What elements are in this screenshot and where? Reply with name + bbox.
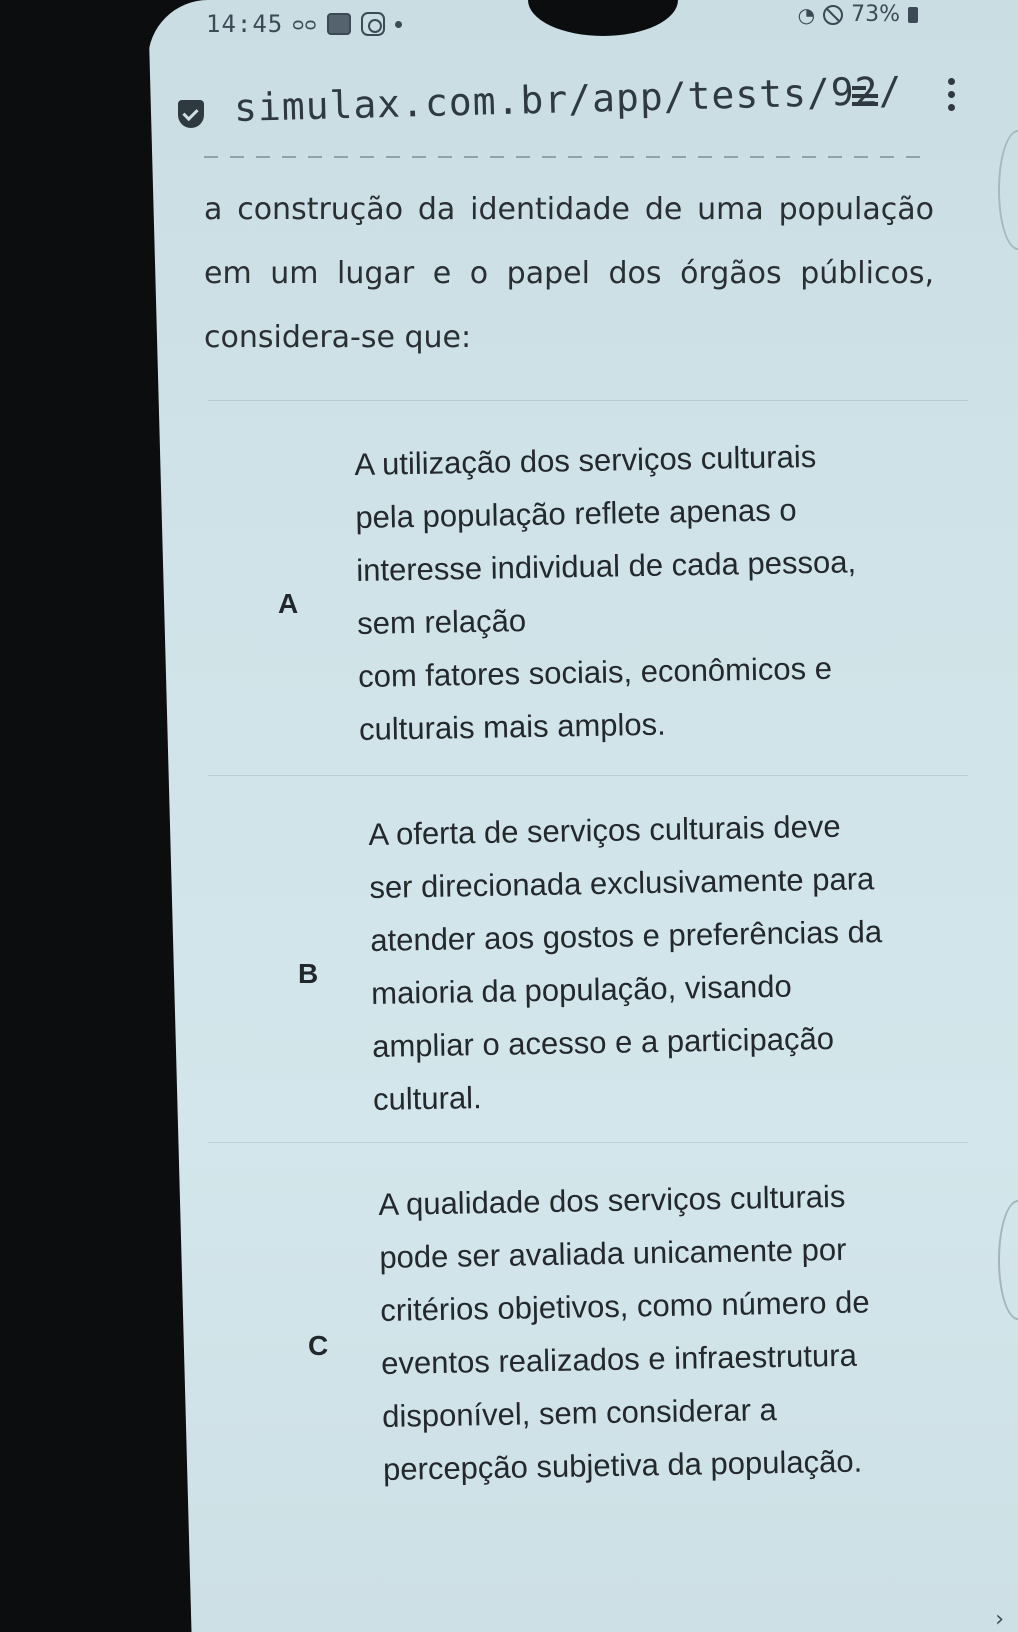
cut-off-text-line	[204, 156, 924, 158]
instagram-icon	[360, 12, 385, 36]
status-bar: 14:45 ᴑᴑ ◔ 73%	[148, 0, 1018, 50]
chevron-right-icon[interactable]: ›	[995, 1607, 1004, 1632]
voicemail-icon: ᴑᴑ	[292, 13, 317, 35]
browser-menu-icon[interactable]	[948, 78, 958, 118]
gallery-icon	[326, 13, 351, 35]
browser-address-bar[interactable]: simulax.com.br/app/tests/92/	[148, 62, 1018, 152]
option-divider	[208, 1142, 968, 1143]
status-icons-right: ◔ 73%	[798, 2, 918, 27]
phone-screen: 14:45 ᴑᴑ ◔ 73% simulax.com.br/app/tests/…	[148, 0, 1018, 1632]
option-letter: B	[298, 958, 319, 989]
option-letter: C	[308, 1330, 329, 1361]
option-text: A utilização dos serviços culturais pela…	[354, 438, 857, 747]
option-text: A qualidade dos serviços culturais pode …	[378, 1178, 870, 1487]
option-divider	[208, 775, 968, 776]
option-divider	[208, 400, 968, 401]
do-not-disturb-icon	[823, 4, 844, 25]
url-field[interactable]: simulax.com.br/app/tests/92/	[233, 69, 903, 130]
battery-percentage: 73%	[851, 2, 900, 27]
option-text: A oferta de serviços culturais deve ser …	[368, 808, 883, 1117]
screen-edge-reflection	[998, 1200, 1018, 1320]
status-time: 14:45	[206, 10, 284, 38]
question-text: a construção da identidade de uma popula…	[204, 192, 934, 355]
wifi-icon: ◔	[797, 2, 816, 27]
option-letter: A	[278, 588, 299, 619]
status-icons-left: ᴑᴑ	[292, 12, 402, 36]
reader-mode-icon[interactable]	[850, 82, 880, 112]
battery-icon	[908, 6, 918, 23]
secure-connection-icon[interactable]	[178, 100, 204, 128]
dot-icon	[394, 20, 402, 28]
